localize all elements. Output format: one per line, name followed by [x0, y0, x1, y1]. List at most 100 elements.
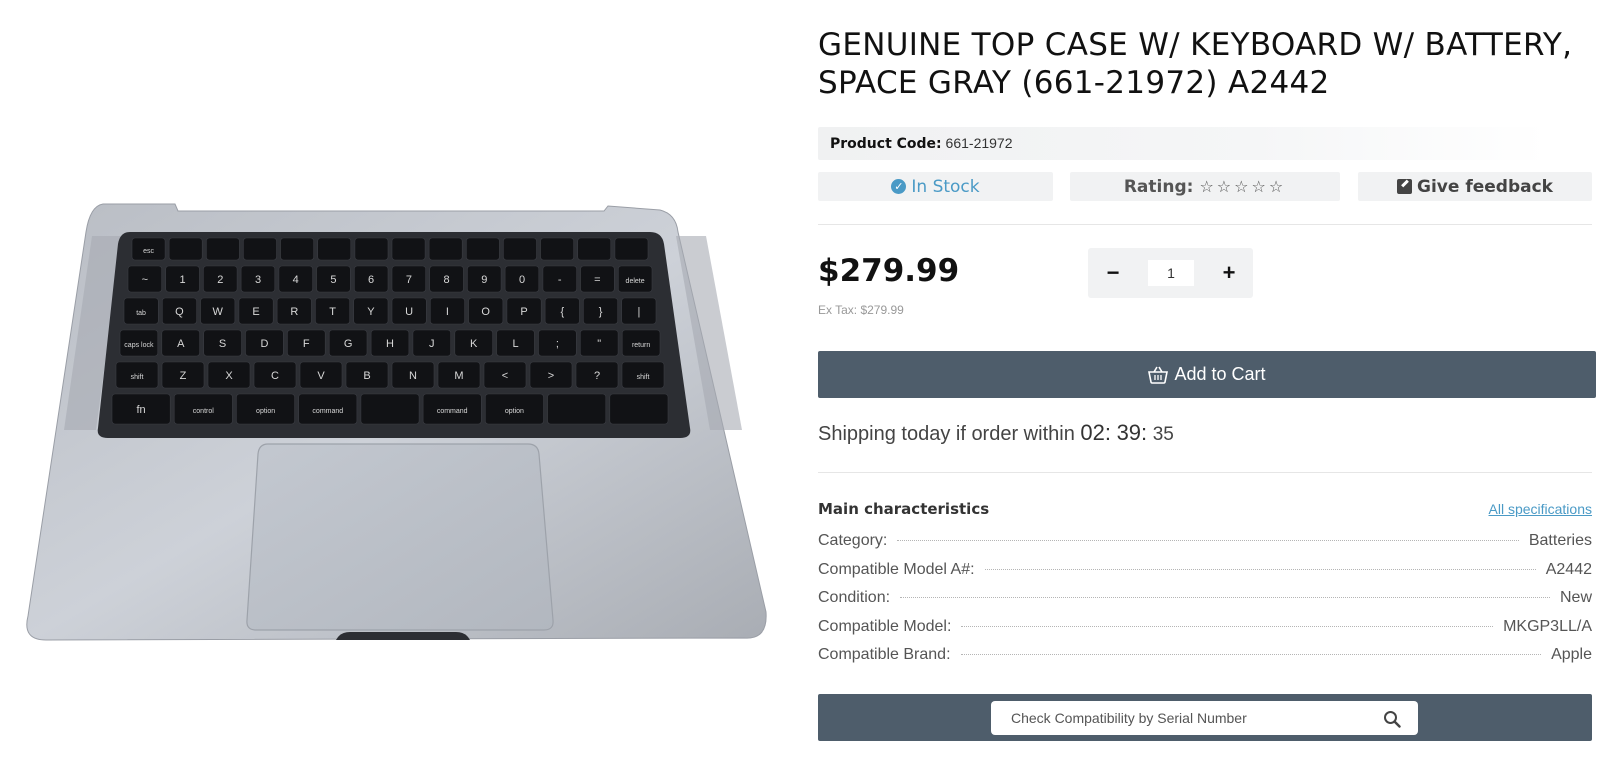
- keyboard-key-legend: delete: [626, 278, 645, 285]
- keyboard-key: [540, 237, 574, 261]
- keyboard-key-legend: ~: [142, 274, 148, 286]
- keyboard-key-legend: B: [363, 370, 370, 382]
- dotted-leader: [897, 540, 1519, 541]
- countdown-minutes: 39: [1116, 420, 1142, 445]
- keyboard-key-legend: P: [520, 306, 527, 318]
- characteristic-row: Compatible Brand: Apple: [818, 646, 1592, 675]
- check-circle-icon: ✓: [891, 179, 907, 194]
- keyboard-key-legend: U: [405, 306, 413, 318]
- keyboard-key: [428, 237, 463, 261]
- keyboard-key: [317, 237, 352, 261]
- main-characteristics-title: Main characteristics: [818, 500, 990, 518]
- keyboard-key-legend: |: [637, 306, 640, 318]
- keyboard-key-legend: option: [505, 408, 524, 415]
- keyboard-key-legend: shift: [131, 374, 144, 381]
- characteristic-value: Apple: [1551, 646, 1592, 663]
- dotted-leader: [961, 625, 1494, 627]
- give-feedback-label: Give feedback: [1417, 176, 1553, 197]
- keyboard-key-legend: 3: [255, 274, 261, 286]
- add-to-cart-button[interactable]: Add to Cart: [818, 351, 1596, 398]
- keyboard-key-legend: shift: [637, 374, 650, 381]
- keyboard-key-legend: command: [437, 408, 468, 415]
- laptop-top-case-illustration: esc ~ 1 2 3 4 5 6 7 8 9 0 - = delete tab Q W E R T Y U I O P {} | ca…: [26, 203, 767, 641]
- characteristic-key: Condition:: [818, 589, 891, 606]
- keyboard-key-legend: H: [386, 338, 394, 350]
- keyboard-key-legend: T: [329, 306, 336, 318]
- product-title: GENUINE TOP CASE W/ KEYBOARD W/ BATTERY,…: [818, 27, 1573, 101]
- keyboard-key: [577, 237, 612, 261]
- product-code-value: 661-21972: [945, 135, 1013, 151]
- keyboard-key: [465, 237, 500, 261]
- keyboard-key-legend: E: [252, 306, 259, 318]
- keyboard-key-legend: V: [317, 370, 325, 382]
- keyboard-key: [243, 237, 277, 261]
- keyboard-key-legend: X: [225, 370, 233, 382]
- product-image[interactable]: esc ~1 2 3 4 5 6 7 8 9 0 - = delete tab Q W E R T Y U I O P {} | ca…: [0, 0, 780, 760]
- quantity-increase-button[interactable]: +: [1216, 260, 1242, 286]
- keyboard-key-legend: K: [470, 338, 478, 350]
- divider: [818, 224, 1592, 225]
- keyboard-key-legend: O: [481, 306, 490, 318]
- dotted-leader: [900, 597, 1550, 598]
- keyboard-key-legend: return: [632, 342, 650, 349]
- characteristic-key: Compatible Model A#:: [818, 560, 975, 578]
- characteristic-row: Compatible Model: MKGP3LL/A: [818, 618, 1592, 647]
- product-code-box: Product Code: 661-21972: [818, 127, 1548, 160]
- keyboard-key-legend: C: [271, 370, 279, 382]
- keyboard-key-legend: 7: [406, 274, 412, 286]
- give-feedback-button[interactable]: Give feedback: [1358, 172, 1592, 201]
- keyboard-key-legend: caps lock: [124, 342, 154, 349]
- serial-check-bar: [818, 694, 1592, 741]
- product-details: GENUINE TOP CASE W/ KEYBOARD W/ BATTERY,…: [818, 0, 1600, 760]
- keyboard-key-legend: ;: [556, 338, 559, 350]
- keyboard-key: [354, 237, 389, 261]
- stock-status-label: In Stock: [911, 176, 980, 197]
- keyboard-key-legend: 5: [330, 274, 336, 286]
- keyboard-key-legend: >: [548, 370, 554, 382]
- keyboard-key-legend: 4: [293, 274, 299, 286]
- keyboard-key-legend: ?: [594, 370, 600, 382]
- keyboard-key-legend: control: [193, 408, 214, 415]
- divider: [818, 472, 1592, 473]
- shipping-countdown: Shipping today if order within 02: 39: 3…: [818, 420, 1174, 445]
- add-to-cart-label: Add to Cart: [1174, 364, 1266, 384]
- characteristic-key: Compatible Model:: [818, 617, 952, 635]
- keyboard-key-legend: ": [597, 338, 601, 350]
- dotted-leader: [984, 568, 1536, 570]
- rating-stars[interactable]: ☆☆☆☆☆: [1199, 177, 1286, 196]
- characteristic-value: New: [1559, 589, 1592, 606]
- all-specifications-link[interactable]: All specifications: [1489, 501, 1593, 517]
- characteristic-value: A2442: [1545, 560, 1592, 578]
- keyboard-key-legend: <: [502, 370, 508, 382]
- keyboard-key-legend: S: [219, 338, 226, 350]
- quantity-decrease-button[interactable]: −: [1100, 260, 1126, 286]
- keyboard-key-legend: 1: [180, 274, 186, 286]
- keyboard-key-legend: -: [558, 274, 562, 286]
- edit-icon: [1397, 179, 1413, 194]
- keyboard-key-legend: M: [454, 370, 463, 382]
- keyboard-key-legend: Z: [180, 370, 187, 382]
- keyboard-key-legend: N: [409, 370, 417, 382]
- keyboard-key-legend: I: [446, 306, 449, 318]
- quantity-stepper: − +: [1088, 248, 1253, 298]
- stock-status: ✓ In Stock: [818, 172, 1053, 201]
- search-icon[interactable]: [1383, 710, 1401, 728]
- keyboard-key: [503, 237, 537, 261]
- keyboard-key-legend: 9: [481, 274, 487, 286]
- serial-number-input[interactable]: [991, 701, 1418, 735]
- rating-label: Rating:: [1123, 176, 1194, 197]
- keyboard-key-legend: 8: [444, 274, 450, 286]
- countdown-hours: 02: [1080, 420, 1105, 445]
- keyboard-key-legend: }: [599, 306, 603, 318]
- characteristic-value: MKGP3LL/A: [1503, 617, 1592, 635]
- quantity-input[interactable]: [1148, 260, 1194, 286]
- shipping-text: Shipping today if order within: [818, 423, 1075, 445]
- keyboard-key: [206, 237, 240, 261]
- keyboard-key-legend: F: [303, 338, 310, 350]
- keyboard-key-legend: option: [256, 408, 275, 415]
- characteristic-key: Compatible Brand:: [818, 646, 951, 663]
- keyboard-key-legend: R: [290, 306, 298, 318]
- dotted-leader: [960, 654, 1542, 655]
- keyboard-key-legend: 6: [368, 274, 374, 286]
- keyboard-key: [614, 237, 649, 261]
